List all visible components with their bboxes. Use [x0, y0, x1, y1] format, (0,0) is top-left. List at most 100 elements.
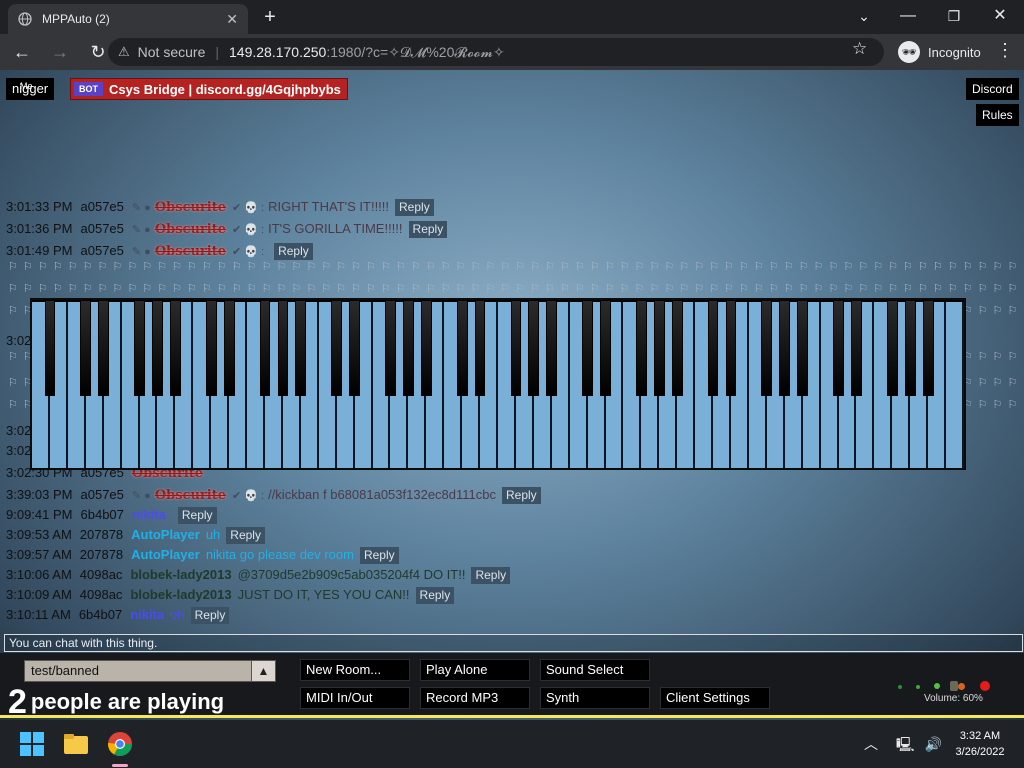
reply-button[interactable]: Reply	[502, 487, 541, 504]
reply-button[interactable]: Reply	[274, 243, 313, 260]
message-username[interactable]: AutoPlayer	[131, 527, 200, 542]
piano-black-key[interactable]	[349, 300, 360, 396]
piano-black-key[interactable]	[134, 300, 145, 396]
piano-black-key[interactable]	[582, 300, 593, 396]
piano-black-key[interactable]	[851, 300, 862, 396]
flag-spam-row: ⚐ ⚐ ⚐ ⚐ ⚐ ⚐ ⚐ ⚐ ⚐ ⚐ ⚐ ⚐ ⚐ ⚐ ⚐ ⚐ ⚐ ⚐ ⚐ ⚐ …	[8, 283, 1020, 295]
piano-black-key[interactable]	[600, 300, 611, 396]
piano-white-key[interactable]	[946, 302, 964, 468]
piano-black-key[interactable]	[205, 300, 217, 396]
forward-arrow-icon[interactable]: →	[44, 36, 76, 68]
message-username[interactable]: blobek-lady2013	[130, 567, 231, 582]
piano-black-key[interactable]	[636, 300, 647, 396]
message-username[interactable]: nikita	[130, 607, 164, 622]
message-username[interactable]: Obscurite	[155, 488, 226, 503]
piano-black-key[interactable]	[725, 300, 737, 396]
piano-black-key[interactable]	[277, 300, 289, 396]
chat-message: 3:01:49 PM a057e5 ✎ ● Obscurite ✔ 💀 : Reply	[6, 242, 313, 260]
minimize-icon[interactable]: —	[892, 4, 924, 28]
piano-black-key[interactable]	[385, 300, 396, 396]
url-host: 149.28.170.250	[229, 44, 327, 60]
message-username[interactable]: Obscurite	[155, 244, 226, 259]
room-select-arrow-icon[interactable]: ▲	[251, 661, 275, 681]
back-arrow-icon[interactable]: ←	[6, 36, 38, 68]
reply-button[interactable]: Reply	[415, 587, 455, 604]
piano-black-key[interactable]	[456, 300, 468, 396]
message-username[interactable]: blobek-lady2013	[130, 587, 231, 602]
piano-black-key[interactable]	[98, 300, 110, 396]
reply-button[interactable]: Reply	[177, 507, 217, 524]
address-bar[interactable]: ⚠ Not secure | 149.28.170.250 :1980/?c=✧…	[108, 38, 884, 66]
my-name-tag[interactable]: Me nigger	[6, 78, 55, 100]
file-explorer-icon[interactable]	[62, 730, 90, 758]
maximize-icon[interactable]: ❐	[938, 4, 970, 28]
skull-icon: ✔ 💀 :	[231, 224, 265, 236]
players-count: 2 people are playing	[8, 683, 224, 722]
incognito-indicator[interactable]: 🕶 Incognito	[890, 38, 989, 66]
piano-black-key[interactable]	[797, 300, 809, 396]
bookmark-star-icon[interactable]: ☆	[852, 39, 867, 59]
piano-black-key[interactable]	[152, 300, 163, 396]
chrome-icon[interactable]	[106, 730, 134, 758]
browser-menu-icon[interactable]: ⋮	[996, 40, 1014, 61]
piano-black-key[interactable]	[761, 300, 773, 396]
reply-button[interactable]: Reply	[471, 567, 511, 584]
piano-black-key[interactable]	[510, 300, 522, 396]
active-app-indicator	[112, 764, 128, 767]
rules-button[interactable]: Rules	[976, 104, 1019, 126]
piano-black-key[interactable]	[886, 300, 898, 396]
message-username[interactable]: Obscurite	[155, 200, 226, 215]
reply-button[interactable]: Reply	[359, 547, 399, 564]
reply-button[interactable]: Reply	[395, 199, 434, 216]
piano-black-key[interactable]	[259, 300, 271, 396]
piano-black-key[interactable]	[779, 300, 791, 396]
piano-black-key[interactable]	[707, 300, 719, 396]
new-tab-button[interactable]: +	[258, 6, 282, 29]
reply-button[interactable]: Reply	[226, 527, 265, 544]
midi-button[interactable]: MIDI In/Out	[300, 687, 410, 709]
message-username[interactable]: AutoPlayer	[131, 547, 200, 562]
piano-black-key[interactable]	[671, 300, 683, 396]
piano-black-key[interactable]	[474, 300, 486, 396]
piano-black-key[interactable]	[44, 300, 56, 396]
volume-knob[interactable]: Volume: 60%	[892, 677, 1012, 707]
message-username[interactable]: Obscurite	[155, 222, 226, 237]
piano-black-key[interactable]	[170, 300, 181, 396]
piano-black-key[interactable]	[420, 300, 432, 396]
piano-black-key[interactable]	[653, 300, 665, 396]
reply-button[interactable]: Reply	[408, 221, 448, 238]
message-username[interactable]: nikita	[132, 507, 166, 522]
piano-black-key[interactable]	[904, 300, 916, 396]
volume-knob-handle[interactable]	[950, 681, 958, 691]
record-mp3-button[interactable]: Record MP3	[420, 687, 530, 709]
synth-button[interactable]: Synth	[540, 687, 650, 709]
piano-black-key[interactable]	[331, 300, 343, 396]
play-alone-button[interactable]: Play Alone	[420, 659, 530, 681]
piano-black-key[interactable]	[80, 300, 92, 396]
piano-black-key[interactable]	[403, 300, 414, 396]
browser-tab[interactable]: MPPAuto (2) ✕	[8, 4, 248, 34]
client-settings-button[interactable]: Client Settings	[660, 687, 770, 709]
piano-black-key[interactable]	[528, 300, 540, 396]
sound-select-button[interactable]: Sound Select	[540, 659, 650, 681]
reply-button[interactable]: Reply	[190, 607, 230, 624]
tab-close-icon[interactable]: ✕	[226, 11, 238, 28]
piano-black-key[interactable]	[922, 300, 934, 396]
piano-black-key[interactable]	[546, 300, 558, 396]
network-icon[interactable]: 🖳	[896, 736, 915, 752]
window-close-icon[interactable]: ✕	[984, 4, 1016, 28]
tab-search-chevron-icon[interactable]: ⌄	[848, 4, 880, 28]
piano-black-key[interactable]	[223, 300, 235, 396]
discord-button[interactable]: Discord	[966, 78, 1019, 100]
piano-keyboard[interactable]	[30, 298, 966, 470]
chat-input[interactable]: You can chat with this thing.	[4, 634, 1023, 652]
room-select[interactable]: test/banned ▲	[24, 660, 276, 682]
bot-name-tag[interactable]: BOT Csys Bridge | discord.gg/4Gqjhpbybs	[70, 78, 348, 100]
chat-message: 3:01:33 PM a057e5 ✎ ● Obscurite ✔ 💀 : RIGHT T…	[6, 198, 434, 216]
piano-black-key[interactable]	[295, 300, 307, 396]
piano-black-key[interactable]	[833, 300, 844, 396]
tray-chevron-icon[interactable]: ︿	[864, 736, 878, 752]
windows-start-icon[interactable]	[18, 730, 46, 758]
new-room-button[interactable]: New Room...	[300, 659, 410, 681]
taskbar-clock[interactable]: 3:32 AM 3/26/2022	[940, 728, 1020, 760]
